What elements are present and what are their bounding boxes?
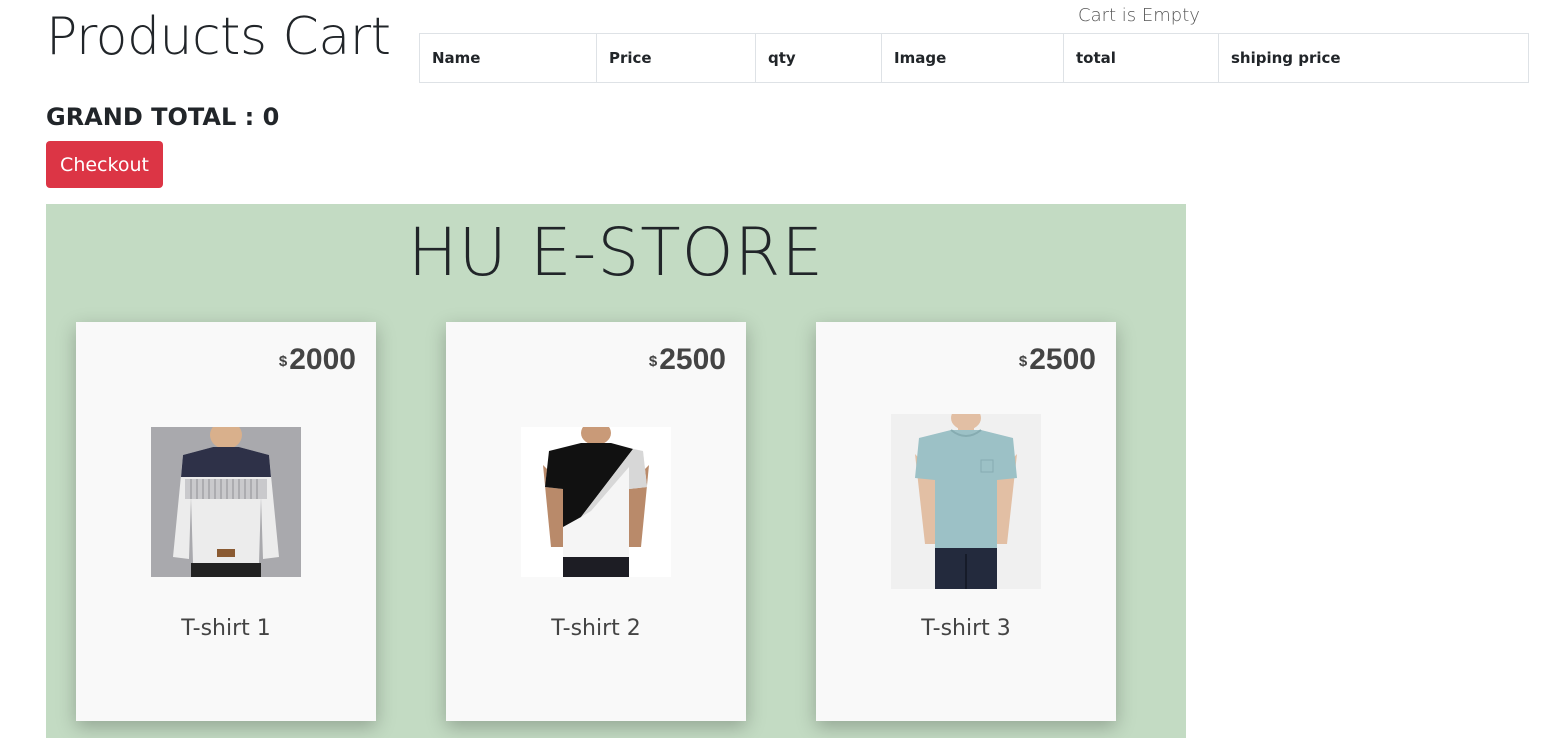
store-section: HU E-STORE $2000 T-shirt 1 $2500 T-shirt… bbox=[46, 204, 1186, 738]
price-value: 2500 bbox=[1029, 343, 1096, 376]
cart-status-text: Cart is Empty bbox=[1078, 5, 1200, 26]
product-card[interactable]: $2000 T-shirt 1 bbox=[76, 322, 376, 721]
checkout-button[interactable]: Checkout bbox=[46, 141, 163, 188]
cart-table: Name Price qty Image total shiping price bbox=[419, 33, 1529, 83]
page-title: Products Cart bbox=[46, 7, 391, 67]
price-value: 2000 bbox=[289, 343, 356, 376]
product-card[interactable]: $2500 T-shirt 3 bbox=[816, 322, 1116, 721]
tshirt-photo bbox=[521, 427, 671, 577]
column-header-price: Price bbox=[596, 33, 756, 83]
product-image bbox=[151, 427, 301, 577]
column-header-image: Image bbox=[881, 33, 1064, 83]
column-header-shipping-price: shiping price bbox=[1218, 33, 1529, 83]
column-header-name: Name bbox=[419, 33, 597, 83]
column-header-total: total bbox=[1063, 33, 1219, 83]
product-name: T-shirt 2 bbox=[551, 616, 641, 641]
price-value: 2500 bbox=[659, 343, 726, 376]
tshirt-photo bbox=[151, 427, 301, 577]
product-price: $2000 bbox=[279, 342, 356, 378]
product-name: T-shirt 1 bbox=[181, 616, 271, 641]
currency-symbol: $ bbox=[1018, 353, 1028, 370]
currency-symbol: $ bbox=[278, 353, 288, 370]
cart-table-header-row: Name Price qty Image total shiping price bbox=[419, 33, 1529, 83]
product-card[interactable]: $2500 T-shirt 2 bbox=[446, 322, 746, 721]
tshirt-photo bbox=[891, 414, 1041, 589]
store-title: HU E-STORE bbox=[407, 214, 825, 291]
column-header-qty: qty bbox=[755, 33, 882, 83]
product-price: $2500 bbox=[649, 342, 726, 378]
product-image bbox=[891, 414, 1041, 589]
grand-total: GRAND TOTAL : 0 bbox=[46, 103, 280, 131]
product-price: $2500 bbox=[1019, 342, 1096, 378]
currency-symbol: $ bbox=[648, 353, 658, 370]
product-image bbox=[521, 427, 671, 577]
product-name: T-shirt 3 bbox=[921, 616, 1011, 641]
